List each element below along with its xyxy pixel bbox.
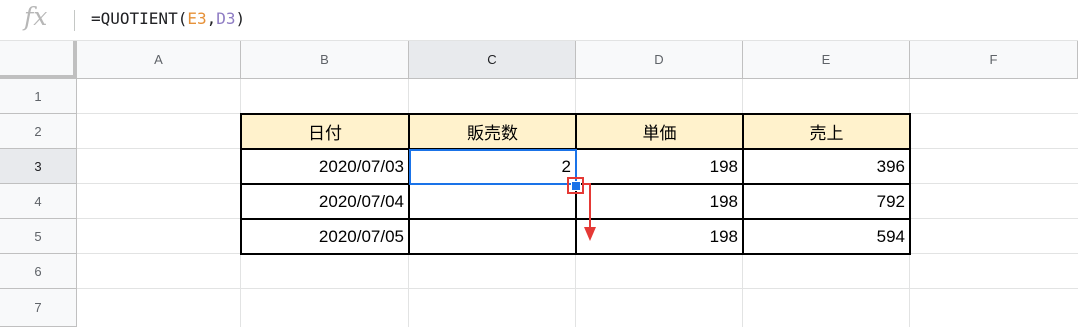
cell-b5[interactable]: 2020/07/05 xyxy=(240,218,410,255)
drag-arrow-icon xyxy=(584,183,596,241)
formula-input[interactable]: =QUOTIENT(E3,D3) xyxy=(91,9,245,28)
cell-d2[interactable]: 単価 xyxy=(575,113,744,150)
cell-d5[interactable]: 198 xyxy=(575,218,744,255)
row-header-7[interactable]: 7 xyxy=(0,289,77,327)
row-header-2[interactable]: 2 xyxy=(0,114,77,149)
cell-c5[interactable] xyxy=(408,218,577,255)
select-all-corner[interactable] xyxy=(0,41,77,79)
cell-e2[interactable]: 売上 xyxy=(742,113,911,150)
formula-prefix: =QUOTIENT( xyxy=(91,9,188,28)
formula-comma: , xyxy=(206,9,217,28)
cell-e3[interactable]: 396 xyxy=(742,148,911,185)
column-header-b[interactable]: B xyxy=(241,41,409,79)
formula-ref-d3: D3 xyxy=(216,9,236,28)
cell-b4[interactable]: 2020/07/04 xyxy=(240,183,410,220)
column-header-a[interactable]: A xyxy=(77,41,241,79)
active-cell-selection xyxy=(409,149,577,185)
cell-c4[interactable] xyxy=(408,183,577,220)
column-header-d[interactable]: D xyxy=(576,41,743,79)
formula-suffix: ) xyxy=(235,9,246,28)
cell-e4[interactable]: 792 xyxy=(742,183,911,220)
column-header-f[interactable]: F xyxy=(910,41,1078,79)
row-header-3[interactable]: 3 xyxy=(0,149,77,184)
cell-d4[interactable]: 198 xyxy=(575,183,744,220)
gridline xyxy=(77,288,1078,289)
row-header-6[interactable]: 6 xyxy=(0,254,77,289)
formula-bar: fx =QUOTIENT(E3,D3) xyxy=(0,0,1078,41)
row-header-4[interactable]: 4 xyxy=(0,184,77,219)
function-icon: fx xyxy=(24,2,48,31)
cell-b2[interactable]: 日付 xyxy=(240,113,410,150)
formula-ref-e3: E3 xyxy=(187,9,207,28)
formula-bar-divider xyxy=(74,10,75,31)
cell-c2[interactable]: 販売数 xyxy=(408,113,577,150)
row-header-1[interactable]: 1 xyxy=(0,79,77,114)
cell-d3[interactable]: 198 xyxy=(575,148,744,185)
row-header-5[interactable]: 5 xyxy=(0,219,77,254)
cell-e5[interactable]: 594 xyxy=(742,218,911,255)
column-header-c[interactable]: C xyxy=(409,41,576,79)
column-header-e[interactable]: E xyxy=(743,41,910,79)
cell-b3[interactable]: 2020/07/03 xyxy=(240,148,410,185)
